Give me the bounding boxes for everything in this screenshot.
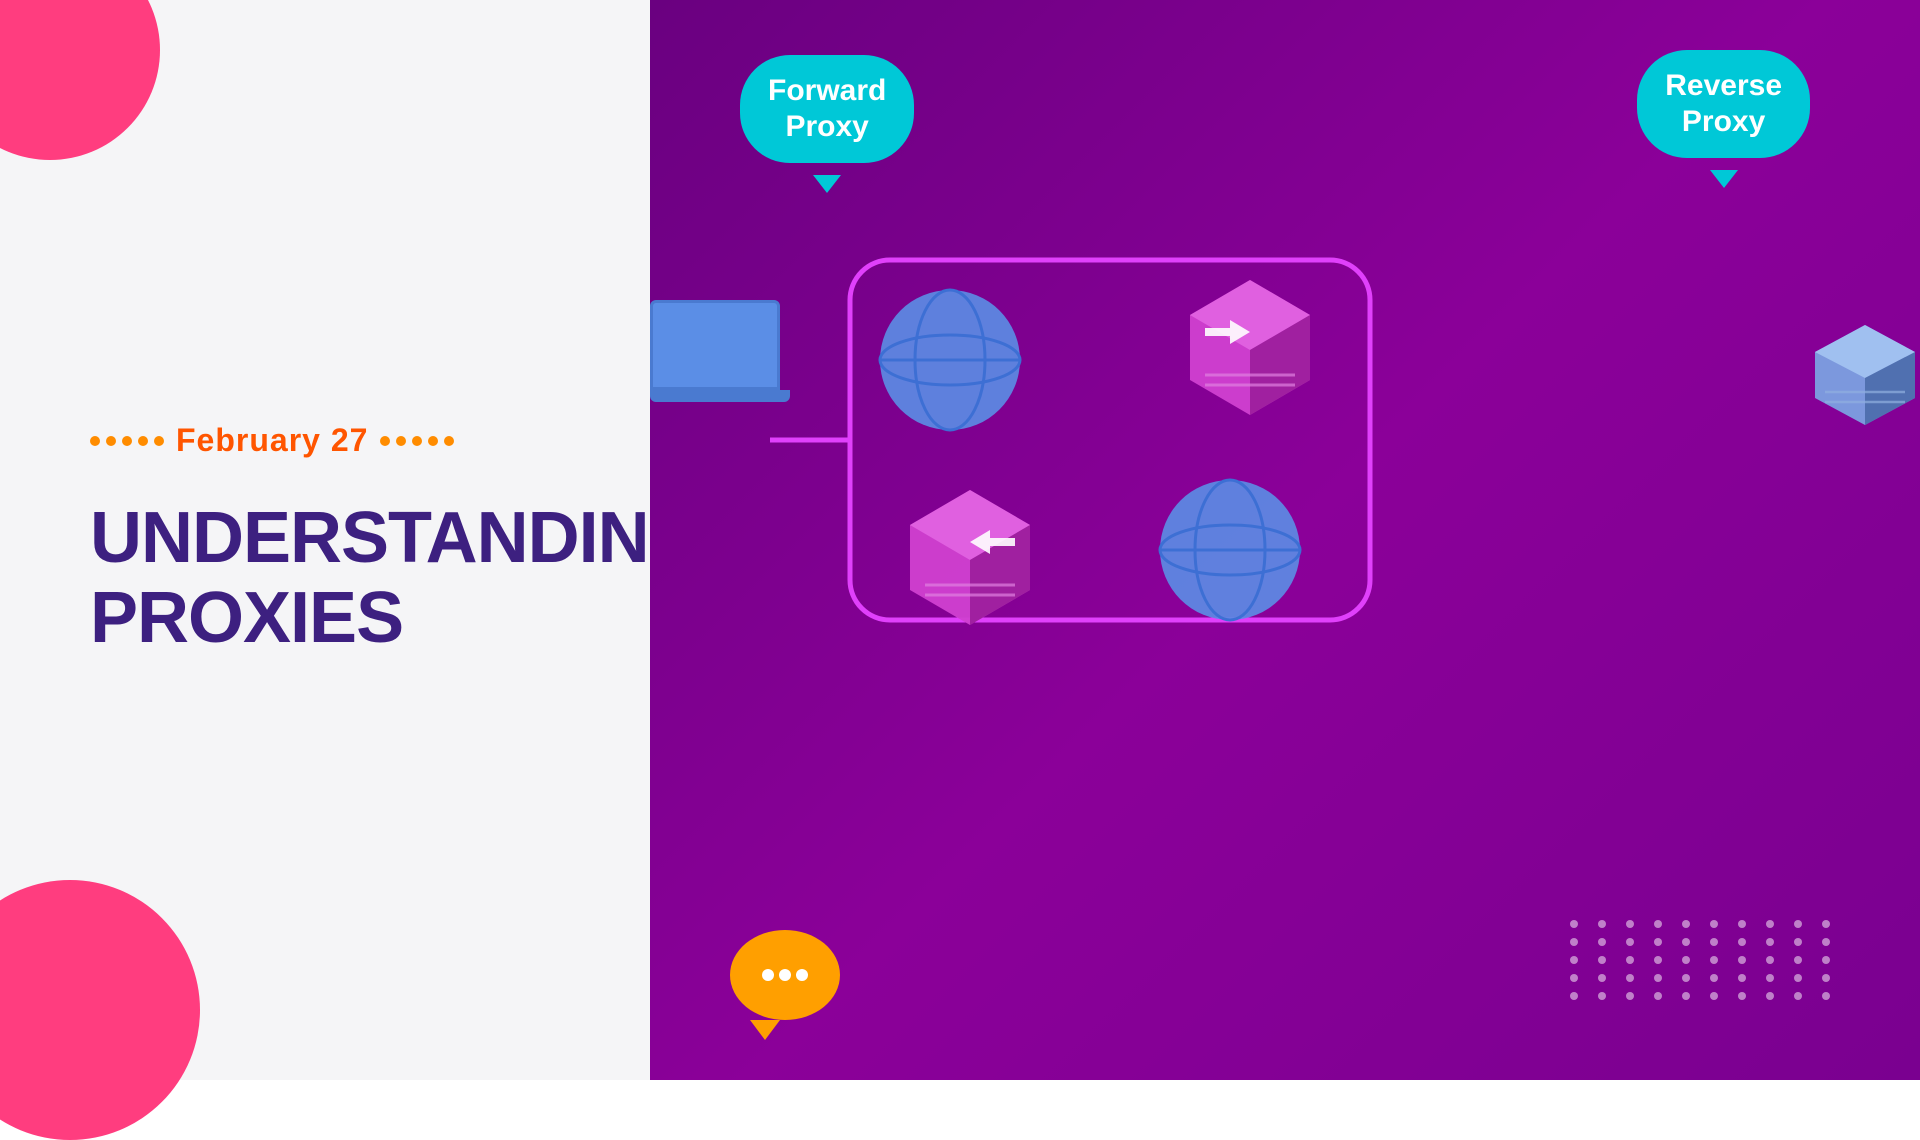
dot xyxy=(106,436,116,446)
left-panel: February 27 UNDERSTANDING PROXIES xyxy=(0,0,650,1080)
decorative-circle-bottom xyxy=(0,880,200,1140)
chat-dot xyxy=(779,969,791,981)
date-text: February 27 xyxy=(176,422,368,459)
dot xyxy=(428,436,438,446)
dot xyxy=(444,436,454,446)
chat-bubble-body xyxy=(730,930,840,1020)
globe-top-left xyxy=(880,290,1020,430)
dot xyxy=(90,436,100,446)
dot xyxy=(122,436,132,446)
laptop-screen xyxy=(650,300,780,390)
reverse-proxy-label: Reverse Proxy xyxy=(1665,69,1782,138)
main-title: UNDERSTANDING PROXIES xyxy=(90,499,650,657)
forward-proxy-bubble: Forward Proxy xyxy=(740,55,914,163)
dots-pattern xyxy=(1570,920,1840,1000)
server-top-right xyxy=(1190,280,1310,415)
laptop-base xyxy=(650,390,790,402)
dot xyxy=(380,436,390,446)
chat-dot xyxy=(762,969,774,981)
network-diagram xyxy=(770,200,1470,680)
chat-bubble xyxy=(730,930,840,1020)
dot xyxy=(138,436,148,446)
dot xyxy=(154,436,164,446)
dots-left xyxy=(90,436,164,446)
forward-proxy-label: Forward Proxy xyxy=(768,74,886,143)
globe-bottom-right xyxy=(1160,480,1300,620)
dot xyxy=(396,436,406,446)
server-bottom-left xyxy=(910,490,1030,625)
right-panel: Forward Proxy Reverse Proxy xyxy=(650,0,1920,1080)
chat-bubble-dots xyxy=(762,969,808,981)
network-svg xyxy=(770,200,1470,680)
right-server-icon xyxy=(1800,320,1920,430)
dots-right xyxy=(380,436,454,446)
chat-dot xyxy=(796,969,808,981)
date-line: February 27 xyxy=(90,422,650,459)
decorative-circle-top xyxy=(0,0,160,160)
reverse-proxy-bubble: Reverse Proxy xyxy=(1637,50,1810,158)
dot xyxy=(412,436,422,446)
laptop-icon xyxy=(650,300,790,420)
